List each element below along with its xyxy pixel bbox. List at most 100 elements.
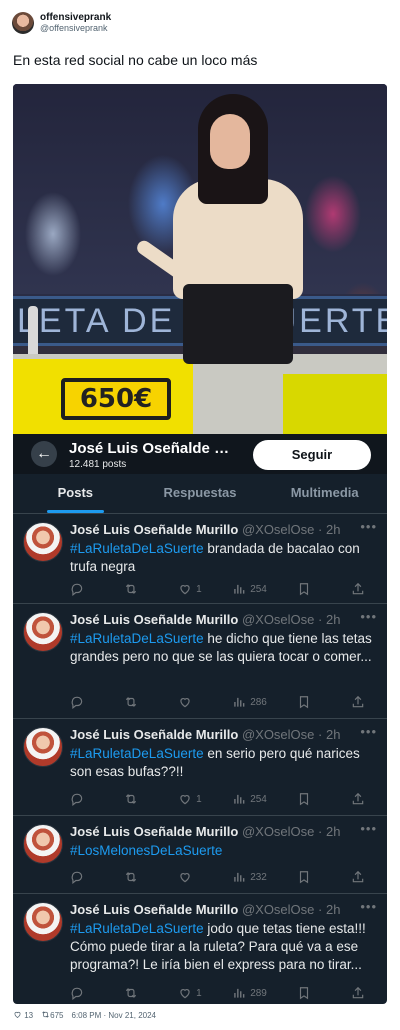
bookmark-button[interactable] xyxy=(297,986,321,1000)
tweet-item[interactable]: José Luis Oseñalde Murillo @XOselOse · 2… xyxy=(13,604,387,719)
hashtag-link[interactable]: #LaRuletaDeLaSuerte xyxy=(70,746,204,761)
views-count: 289 xyxy=(250,987,267,999)
post-author[interactable]: offensiveprank @offensiveprank xyxy=(12,12,111,34)
tweet-item[interactable]: José Luis Oseñalde Murillo @XOselOse · 2… xyxy=(13,719,387,816)
share-button[interactable] xyxy=(351,986,375,1000)
tweet-item[interactable]: José Luis Oseñalde Murillo @XOselOse · 2… xyxy=(13,816,387,894)
retweet-icon xyxy=(125,988,137,998)
tweet-author-name[interactable]: José Luis Oseñalde Murillo xyxy=(70,612,238,627)
post-text: En esta red social no cabe un loco más xyxy=(13,52,258,68)
tweet-header: José Luis Oseñalde Murillo @XOselOse · 2… xyxy=(70,824,380,839)
more-icon[interactable]: ••• xyxy=(360,899,377,914)
share-button[interactable] xyxy=(351,792,375,806)
follow-button[interactable]: Seguir xyxy=(253,440,371,470)
tweet-handle: @XOselOse xyxy=(241,727,315,742)
profile-posts-count: 12.481 posts xyxy=(69,459,127,470)
like-button[interactable]: 1 xyxy=(178,792,202,806)
tab-respuestas[interactable]: Respuestas xyxy=(138,474,263,513)
hashtag-link[interactable]: #LosMelonesDeLaSuerte xyxy=(70,843,222,858)
retweet-button[interactable] xyxy=(124,582,148,596)
tweet-author-name[interactable]: José Luis Oseñalde Murillo xyxy=(70,824,238,839)
reply-icon xyxy=(71,696,83,709)
profile-header-bar: ← José Luis Oseñalde M... 12.481 posts S… xyxy=(13,434,387,474)
tweet-actions: 1 289 xyxy=(70,984,375,1002)
share-icon xyxy=(352,986,364,999)
tab-multimedia[interactable]: Multimedia xyxy=(262,474,387,513)
bookmark-button[interactable] xyxy=(297,792,321,806)
hashtag-link[interactable]: #LaRuletaDeLaSuerte xyxy=(70,921,204,936)
tweet-author-name[interactable]: José Luis Oseñalde Murillo xyxy=(70,902,238,917)
post-username[interactable]: offensiveprank xyxy=(40,13,111,24)
avatar[interactable] xyxy=(23,727,63,767)
hashtag-link[interactable]: #LaRuletaDeLaSuerte xyxy=(70,631,204,646)
retweet-button[interactable] xyxy=(124,695,148,709)
tweet-header: José Luis Oseñalde Murillo @XOselOse · 2… xyxy=(70,612,380,627)
tweet-text: #LaRuletaDeLaSuerte en serio pero qué na… xyxy=(70,745,375,781)
share-button[interactable] xyxy=(351,870,375,884)
share-button[interactable] xyxy=(351,695,375,709)
tweet-handle: @XOselOse xyxy=(241,612,315,627)
tweet-text: #LaRuletaDeLaSuerte jodo que tetas tiene… xyxy=(70,920,375,974)
reply-icon xyxy=(71,583,83,596)
views-icon xyxy=(234,584,245,594)
reply-button[interactable] xyxy=(70,986,94,1000)
post-author-names: offensiveprank @offensiveprank xyxy=(40,13,111,33)
avatar[interactable] xyxy=(12,12,34,34)
views-button[interactable]: 232 xyxy=(232,870,267,884)
retweet-icon xyxy=(125,794,137,804)
profile-tabs: Posts Respuestas Multimedia xyxy=(13,474,387,514)
retweet-button[interactable] xyxy=(124,792,148,806)
tweet-handle: @XOselOse xyxy=(241,824,315,839)
retweet-button[interactable] xyxy=(124,870,148,884)
avatar[interactable] xyxy=(23,824,63,864)
reply-button[interactable] xyxy=(70,870,94,884)
bookmark-button[interactable] xyxy=(297,695,321,709)
back-arrow-icon[interactable]: ← xyxy=(31,441,57,467)
retweet-button[interactable] xyxy=(124,986,148,1000)
tweet-header: José Luis Oseñalde Murillo @XOselOse · 2… xyxy=(70,727,380,742)
views-button[interactable]: 254 xyxy=(232,792,267,806)
more-icon[interactable]: ••• xyxy=(360,821,377,836)
bookmark-button[interactable] xyxy=(297,582,321,596)
tweet-item[interactable]: José Luis Oseñalde Murillo @XOselOse · 2… xyxy=(13,894,387,1004)
views-button[interactable]: 289 xyxy=(232,986,267,1000)
reply-button[interactable] xyxy=(70,582,94,596)
like-button[interactable]: 1 xyxy=(178,986,202,1000)
views-icon xyxy=(234,988,245,998)
views-button[interactable]: 254 xyxy=(232,582,267,596)
like-button[interactable]: 1 xyxy=(178,582,202,596)
reply-button[interactable] xyxy=(70,695,94,709)
post-retweet-stat[interactable]: 675 xyxy=(41,1010,64,1020)
tweet-actions: 232 xyxy=(70,868,375,886)
tweet-time: · 2h xyxy=(318,902,341,917)
tweet-author-name[interactable]: José Luis Oseñalde Murillo xyxy=(70,727,238,742)
share-button[interactable] xyxy=(351,582,375,596)
reply-button[interactable] xyxy=(70,792,94,806)
bookmark-icon xyxy=(299,987,309,1000)
tweet-text: #LosMelonesDeLaSuerte xyxy=(70,842,375,860)
views-icon xyxy=(234,697,245,707)
more-icon[interactable]: ••• xyxy=(360,519,377,534)
views-count: 254 xyxy=(250,583,267,595)
avatar[interactable] xyxy=(23,522,63,562)
tweet-item[interactable]: José Luis Oseñalde Murillo @XOselOse · 2… xyxy=(13,514,387,604)
views-button[interactable]: 286 xyxy=(232,695,267,709)
avatar[interactable] xyxy=(23,612,63,652)
bookmark-button[interactable] xyxy=(297,870,321,884)
tweet-author-name[interactable]: José Luis Oseñalde Murillo xyxy=(70,522,238,537)
hashtag-link[interactable]: #LaRuletaDeLaSuerte xyxy=(70,541,204,556)
retweet-icon xyxy=(125,872,137,882)
reply-icon xyxy=(71,871,83,884)
tweet-handle: @XOselOse xyxy=(241,522,315,537)
tab-posts[interactable]: Posts xyxy=(13,474,138,513)
tweet-actions: 1 254 xyxy=(70,580,375,598)
like-icon xyxy=(180,795,190,805)
more-icon[interactable]: ••• xyxy=(360,609,377,624)
avatar[interactable] xyxy=(23,902,63,942)
more-icon[interactable]: ••• xyxy=(360,724,377,739)
profile-name: José Luis Oseñalde M... xyxy=(69,440,239,457)
like-button[interactable] xyxy=(178,870,202,884)
like-button[interactable] xyxy=(178,695,202,709)
post-like-stat[interactable]: 13 xyxy=(13,1010,33,1020)
embedded-screenshot: LETA DE LA SUERTE 650€ ← José Luis Oseña… xyxy=(13,84,387,1004)
